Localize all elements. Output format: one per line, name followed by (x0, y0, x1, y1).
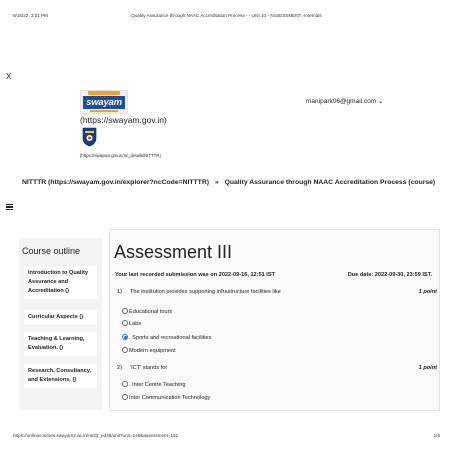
course-outline-title: Course outline (22, 246, 81, 256)
sidebar-item-research[interactable]: Research, Consultancy, and Extensions. (… (24, 364, 97, 388)
hamburger-menu-icon[interactable] (6, 204, 13, 210)
user-menu[interactable]: manipark06@gmail.com ⌄ (306, 97, 383, 105)
question-text: 'ICT' stands for (130, 365, 168, 371)
print-url: https://onlinecourses.swayam2.ac.in/ntr2… (13, 433, 179, 438)
breadcrumb-provider[interactable]: NITTTR (https://swayam.gov.in/explorer?n… (22, 179, 209, 186)
course-outline-sidebar: Course outline Introduction to Quality A… (19, 238, 102, 410)
due-date-text: Due date: 2022-09-30, 23:59 IST. (347, 272, 432, 278)
print-title: Quality Assurance through NAAC Accredita… (131, 13, 322, 18)
page-title: Assessment III (114, 242, 233, 262)
print-page-number: 1/6 (433, 433, 440, 438)
option-radio[interactable]: Educational tours (122, 308, 172, 315)
option-radio[interactable]: . Inter Centre Teaching (122, 381, 186, 388)
radio-button[interactable] (122, 347, 128, 353)
nitttr-link[interactable]: (https://swayam.gov.in/nc_details/NITTTR… (80, 153, 161, 158)
option-radio[interactable]: Inter Communication Technology (122, 394, 210, 401)
option-radio[interactable]: Labs (122, 320, 141, 327)
breadcrumb-course[interactable]: Quality Assurance through NAAC Accredita… (225, 179, 436, 186)
option-radio-selected[interactable]: . Sports and recreational facilities (122, 334, 211, 341)
swayam-logo-text: swayam (83, 96, 125, 109)
option-label: Labs (129, 321, 142, 327)
radio-button[interactable] (122, 381, 128, 387)
user-email: manipark06@gmail.com (306, 98, 377, 105)
swayam-logo[interactable]: swayam (80, 90, 128, 114)
sidebar-item-introduction[interactable]: Introduction to Quality Assurance and Ac… (24, 266, 97, 299)
swayam-home-link[interactable]: (https://swayam.gov.in) (80, 115, 167, 125)
last-submission-text: Your last recorded submission was on 202… (115, 272, 276, 278)
radio-button[interactable] (122, 320, 128, 326)
question-number: 1) (117, 289, 122, 295)
question-points: 1 point (418, 365, 437, 371)
option-label: . Inter Centre Teaching (129, 382, 186, 388)
option-label: Educational tours (129, 309, 173, 315)
sidebar-item-teaching-learning[interactable]: Teaching & Learning, Evaluation. () (24, 332, 97, 356)
nitttr-logo-icon[interactable] (82, 127, 97, 147)
radio-button[interactable] (122, 394, 128, 400)
close-icon[interactable]: X (6, 72, 11, 81)
question-number: 2) (117, 365, 122, 371)
radio-button[interactable] (122, 308, 128, 314)
breadcrumb: NITTTR (https://swayam.gov.in/explorer?n… (22, 179, 435, 186)
option-radio[interactable]: Modern equipment (122, 347, 176, 354)
chevron-down-icon: ⌄ (378, 98, 384, 105)
option-label: . Sports and recreational facilities (129, 335, 212, 341)
sidebar-item-curricular-aspects[interactable]: Curricular Aspects () (24, 310, 97, 325)
assessment-panel: Assessment III Your last recorded submis… (109, 229, 440, 411)
option-label: Inter Communication Technology (129, 395, 211, 401)
radio-button-checked[interactable] (122, 334, 128, 340)
option-label: Modern equipment (129, 348, 176, 354)
breadcrumb-separator: » (214, 179, 219, 186)
question-text: The institution provides supporting infr… (130, 289, 281, 295)
question-points: 1 point (418, 289, 437, 295)
